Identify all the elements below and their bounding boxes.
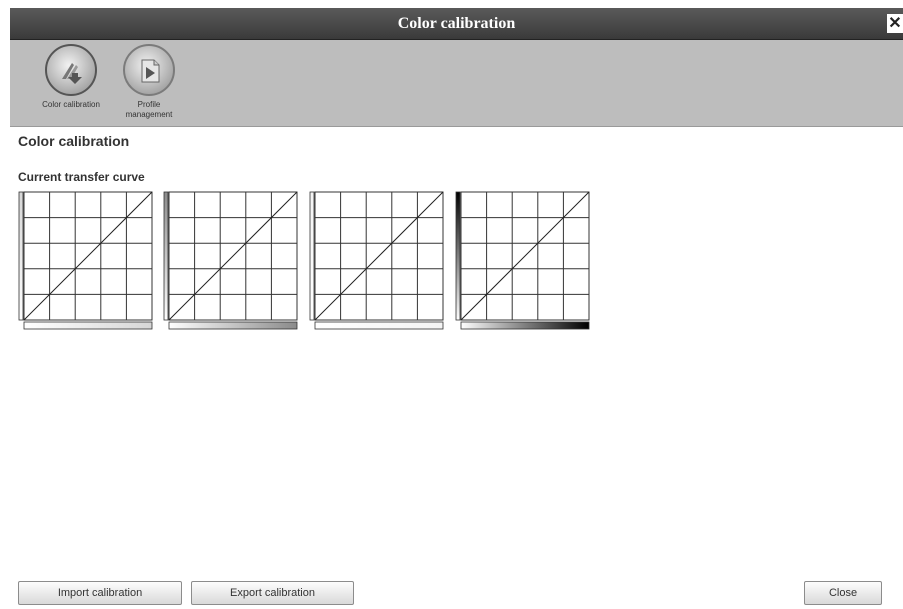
toolbar: Color calibration Profile management xyxy=(10,40,903,127)
section-title: Color calibration xyxy=(18,133,130,149)
vertical-ramp xyxy=(163,191,169,321)
vertical-ramp xyxy=(18,191,24,321)
transfer-curve-svg xyxy=(163,191,298,330)
transfer-curve-magenta xyxy=(163,190,301,332)
toolbar-item-profile-management[interactable]: Profile management xyxy=(109,44,189,120)
transfer-curve-cyan xyxy=(18,190,156,332)
title-bar: Color calibration ✕ xyxy=(10,8,903,40)
curve-title: Current transfer curve xyxy=(18,170,145,184)
close-icon[interactable]: ✕ xyxy=(887,14,903,33)
transfer-curve-yellow xyxy=(309,190,447,332)
color-calibration-icon xyxy=(45,44,97,96)
horizontal-ramp xyxy=(460,321,590,330)
transfer-curve-svg xyxy=(455,191,590,330)
transfer-curve-black xyxy=(455,190,593,332)
import-calibration-button[interactable]: Import calibration xyxy=(18,581,182,605)
toolbar-item-color-calibration[interactable]: Color calibration xyxy=(31,44,111,110)
toolbar-item-label: Profile management xyxy=(125,100,173,119)
profile-management-icon xyxy=(123,44,175,96)
export-calibration-button[interactable]: Export calibration xyxy=(191,581,354,605)
close-button[interactable]: Close xyxy=(804,581,882,605)
horizontal-ramp xyxy=(168,321,298,330)
toolbar-item-label: Color calibration xyxy=(42,100,100,109)
vertical-ramp xyxy=(455,191,461,321)
transfer-curve-svg xyxy=(18,191,153,330)
transfer-curve-svg xyxy=(309,191,444,330)
horizontal-ramp xyxy=(314,321,444,330)
window-title: Color calibration xyxy=(397,15,516,32)
horizontal-ramp xyxy=(23,321,153,330)
vertical-ramp xyxy=(309,191,315,321)
